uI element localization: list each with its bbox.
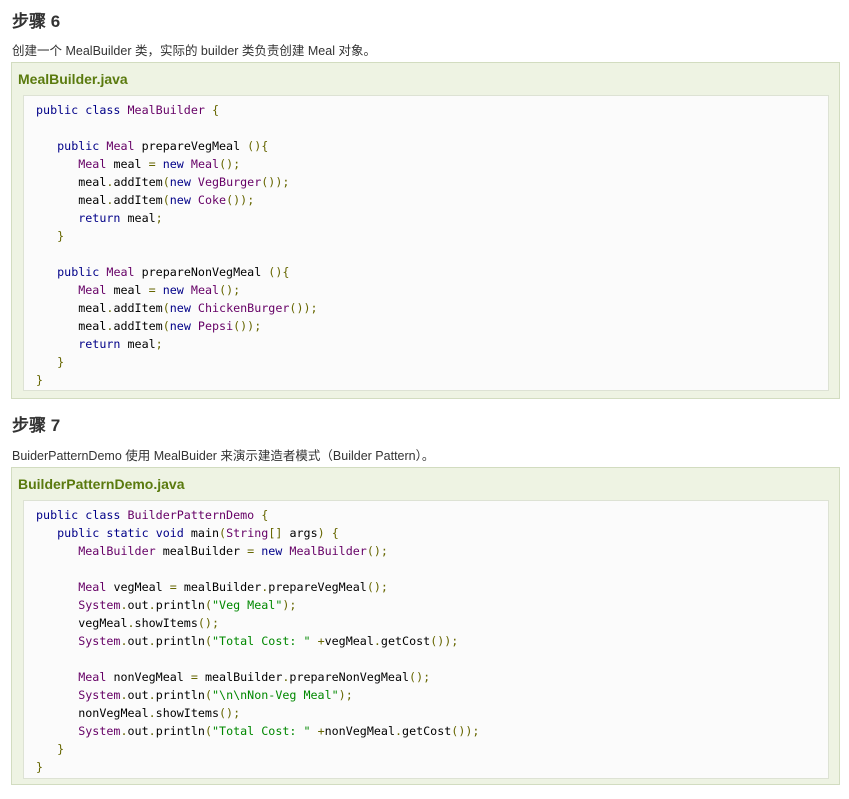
code-line: }	[57, 229, 65, 243]
code-line: System.out.println("\n\nNon-Veg Meal");	[78, 688, 353, 702]
code-line: meal.addItem(new Pepsi());	[78, 319, 262, 333]
code-line: public class MealBuilder {	[36, 103, 220, 117]
code-line: Meal meal = new Meal();	[78, 283, 241, 297]
code-line: System.out.println("Total Cost: " +vegMe…	[78, 634, 459, 648]
step-7-heading: 步骤 7	[12, 416, 61, 435]
code-line: Meal meal = new Meal();	[78, 157, 241, 171]
builderpatterndemo-code-block[interactable]: public class BuilderPatternDemo { public…	[23, 500, 829, 779]
builderpatterndemo-example-block: BuilderPatternDemo.java public class Bui…	[11, 467, 840, 785]
code-line: public Meal prepareNonVegMeal (){	[57, 265, 290, 279]
mealbuilder-code: public class MealBuilder { public Meal p…	[36, 101, 828, 389]
code-line: System.out.println("Total Cost: " +nonVe…	[78, 724, 480, 738]
code-line: }	[57, 355, 65, 369]
code-line: }	[36, 373, 44, 387]
builderpatterndemo-file-title: BuilderPatternDemo.java	[18, 476, 185, 492]
code-line: meal.addItem(new Coke());	[78, 193, 255, 207]
code-line: return meal;	[78, 337, 163, 351]
code-line: meal.addItem(new ChickenBurger());	[78, 301, 318, 315]
code-line: nonVegMeal.showItems();	[78, 706, 241, 720]
code-line: public class BuilderPatternDemo {	[36, 508, 269, 522]
code-line: meal.addItem(new VegBurger());	[78, 175, 290, 189]
mealbuilder-file-title: MealBuilder.java	[18, 71, 128, 87]
code-line: MealBuilder mealBuilder = new MealBuilde…	[78, 544, 388, 558]
code-line: }	[57, 742, 65, 756]
code-line: return meal;	[78, 211, 163, 225]
builderpatterndemo-code: public class BuilderPatternDemo { public…	[36, 506, 828, 776]
step-6-heading: 步骤 6	[12, 12, 61, 31]
code-line: }	[36, 760, 44, 774]
step-7-description: BuiderPatternDemo 使用 MealBuider 来演示建造者模式…	[12, 449, 435, 463]
step-6-description: 创建一个 MealBuilder 类，实际的 builder 类负责创建 Mea…	[12, 44, 376, 58]
code-line: System.out.println("Veg Meal");	[78, 598, 297, 612]
code-line: Meal nonVegMeal = mealBuilder.prepareNon…	[78, 670, 431, 684]
code-line: public static void main(String[] args) {	[57, 526, 339, 540]
code-line: public Meal prepareVegMeal (){	[57, 139, 269, 153]
mealbuilder-code-block[interactable]: public class MealBuilder { public Meal p…	[23, 95, 829, 391]
code-line: Meal vegMeal = mealBuilder.prepareVegMea…	[78, 580, 388, 594]
code-line: vegMeal.showItems();	[78, 616, 220, 630]
mealbuilder-example-block: MealBuilder.java public class MealBuilde…	[11, 62, 840, 399]
